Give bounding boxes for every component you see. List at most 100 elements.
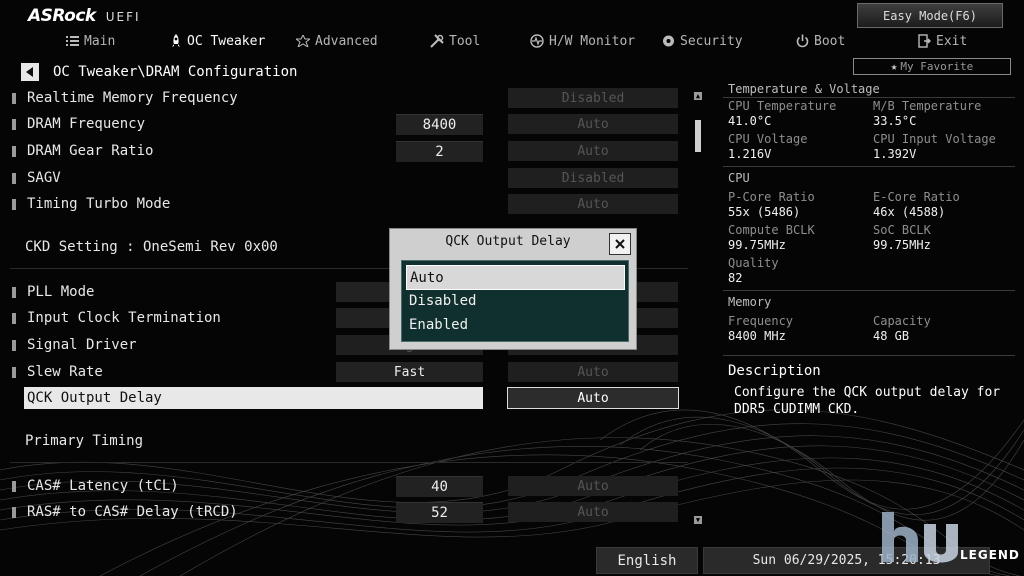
tab-label: Advanced (315, 33, 378, 49)
breadcrumb: OC Tweaker\DRAM Configuration (53, 64, 298, 80)
quality-label: Quality (728, 256, 779, 270)
setting-row-dram-frequency[interactable]: DRAM Frequency 8400 Auto (10, 113, 684, 135)
mem-capacity-value: 48 GB (873, 329, 910, 343)
setting-option[interactable]: Auto (508, 194, 678, 214)
close-icon (615, 239, 625, 249)
setting-option[interactable]: Disabled (508, 88, 678, 108)
tab-oc-tweaker[interactable]: OC Tweaker (170, 30, 265, 52)
option-disabled[interactable]: Disabled (406, 289, 623, 312)
exit-icon (918, 34, 931, 48)
hardware-monitor-panel: Temperature & Voltage CPU Temperature 41… (723, 79, 1023, 542)
setting-option[interactable]: Auto (508, 114, 678, 134)
panel-divider (723, 166, 1015, 167)
tab-exit[interactable]: Exit (918, 30, 967, 52)
setting-row-timing-turbo-mode[interactable]: Timing Turbo Mode Auto (10, 193, 684, 215)
setting-label: QCK Output Delay (27, 390, 162, 406)
back-button[interactable] (21, 63, 39, 81)
scroll-down-icon[interactable]: ▼ (694, 516, 702, 524)
setting-option[interactable]: Disabled (508, 168, 678, 188)
row-bullet (12, 173, 16, 184)
tab-tool[interactable]: Tool (430, 30, 480, 52)
row-bullet (12, 367, 16, 378)
quality-value: 82 (728, 271, 743, 285)
tab-label: H/W Monitor (549, 33, 636, 49)
dialog-title: QCK Output Delay (445, 234, 571, 249)
tab-hw-monitor[interactable]: H/W Monitor (530, 30, 635, 52)
setting-option[interactable]: Auto (508, 476, 678, 496)
setting-option[interactable]: Auto (508, 362, 678, 382)
setting-row-ras-to-cas-delay[interactable]: RAS# to CAS# Delay (tRCD) 52 Auto (10, 501, 684, 523)
setting-row-qck-output-delay[interactable]: QCK Output Delay Auto (10, 387, 684, 409)
easy-mode-button[interactable]: Easy Mode(F6) (857, 3, 1003, 28)
watermark-text: LEGEND (960, 548, 1020, 562)
tab-label: OC Tweaker (187, 33, 266, 49)
watermark-graphic (882, 512, 958, 563)
panel-divider (723, 290, 1015, 291)
tab-main[interactable]: Main (66, 30, 115, 52)
setting-label: DRAM Gear Ratio (27, 143, 154, 159)
primary-timing-section-title: Primary Timing (25, 433, 144, 449)
description-title: Description (728, 363, 821, 379)
setting-option[interactable]: Auto (508, 141, 678, 161)
panel-divider (723, 355, 1015, 356)
mem-frequency-value: 8400 MHz (728, 329, 786, 343)
tab-boot[interactable]: Boot (796, 30, 845, 52)
close-button[interactable] (609, 233, 631, 255)
row-bullet (12, 199, 16, 210)
dialog-option-list: Auto Disabled Enabled (401, 260, 629, 342)
setting-row-realtime-memory-frequency[interactable]: Realtime Memory Frequency Disabled (10, 87, 684, 109)
description-text: Configure the QCK output delay for DDR5 … (734, 385, 1001, 417)
setting-row-dram-gear-ratio[interactable]: DRAM Gear Ratio 2 Auto (10, 140, 684, 162)
setting-value[interactable]: 2 (396, 141, 483, 162)
setting-label: RAS# to CAS# Delay (tRCD) (27, 504, 238, 520)
rocket-icon (172, 34, 180, 47)
scroll-thumb[interactable] (695, 120, 701, 152)
star-icon (296, 35, 310, 47)
row-bullet (12, 313, 16, 324)
option-auto[interactable]: Auto (406, 265, 625, 290)
pcore-ratio-label: P-Core Ratio (728, 190, 815, 204)
compute-bclk-label: Compute BCLK (728, 223, 815, 237)
setting-row-slew-rate[interactable]: Slew Rate Fast Auto (10, 361, 684, 383)
cpu-input-voltage-value: 1.392V (873, 147, 917, 161)
ecore-ratio-label: E-Core Ratio (873, 190, 960, 204)
setting-row-cas-latency[interactable]: CAS# Latency (tCL) 40 Auto (10, 475, 684, 497)
back-arrow-icon (26, 67, 33, 77)
setting-value[interactable]: 40 (396, 476, 483, 497)
row-bullet (12, 287, 16, 298)
qck-output-delay-dialog: QCK Output Delay Auto Disabled Enabled (389, 228, 637, 350)
mb-temp-label: M/B Temperature (873, 99, 982, 113)
setting-value[interactable]: 52 (396, 502, 483, 523)
settings-scrollbar[interactable]: ▲ ▼ (693, 88, 703, 526)
cpu-input-voltage-label: CPU Input Voltage (873, 132, 996, 146)
cpu-section-title: CPU (728, 171, 750, 185)
panel-divider (723, 97, 1015, 98)
main-nav: Main OC Tweaker Advanced Tool H/W Monito… (0, 30, 1024, 52)
setting-value[interactable]: Fast (336, 362, 483, 382)
setting-label: Signal Driver (27, 337, 137, 353)
tab-advanced[interactable]: Advanced (296, 30, 378, 52)
language-button[interactable]: English (596, 547, 698, 574)
setting-option[interactable]: Auto (508, 502, 678, 522)
setting-label: Timing Turbo Mode (27, 196, 171, 212)
favorite-label: My Favorite (900, 60, 974, 73)
tab-security[interactable]: Security (662, 30, 743, 52)
temp-voltage-title: Temperature & Voltage (728, 82, 880, 96)
tab-label: Main (84, 33, 116, 49)
cpu-temp-value: 41.0°C (728, 114, 772, 128)
tab-label: Exit (936, 33, 968, 49)
my-favorite-button[interactable]: ★ My Favorite (853, 58, 1011, 75)
tools-icon (430, 34, 444, 48)
scroll-up-icon[interactable]: ▲ (694, 92, 702, 100)
setting-row-sagv[interactable]: SAGV Disabled (10, 167, 684, 189)
setting-value[interactable]: 8400 (396, 114, 483, 135)
watermark-logo: LEGEND (878, 510, 1019, 574)
setting-label: Realtime Memory Frequency (27, 90, 238, 106)
setting-option[interactable]: Auto (507, 387, 679, 409)
power-icon (796, 34, 809, 48)
row-bullet (12, 146, 16, 157)
option-enabled[interactable]: Enabled (406, 313, 623, 336)
setting-label: SAGV (27, 170, 61, 186)
pcore-ratio-value: 55x (5486) (728, 205, 801, 219)
asrock-logo: ASRock UEFI (28, 6, 141, 26)
